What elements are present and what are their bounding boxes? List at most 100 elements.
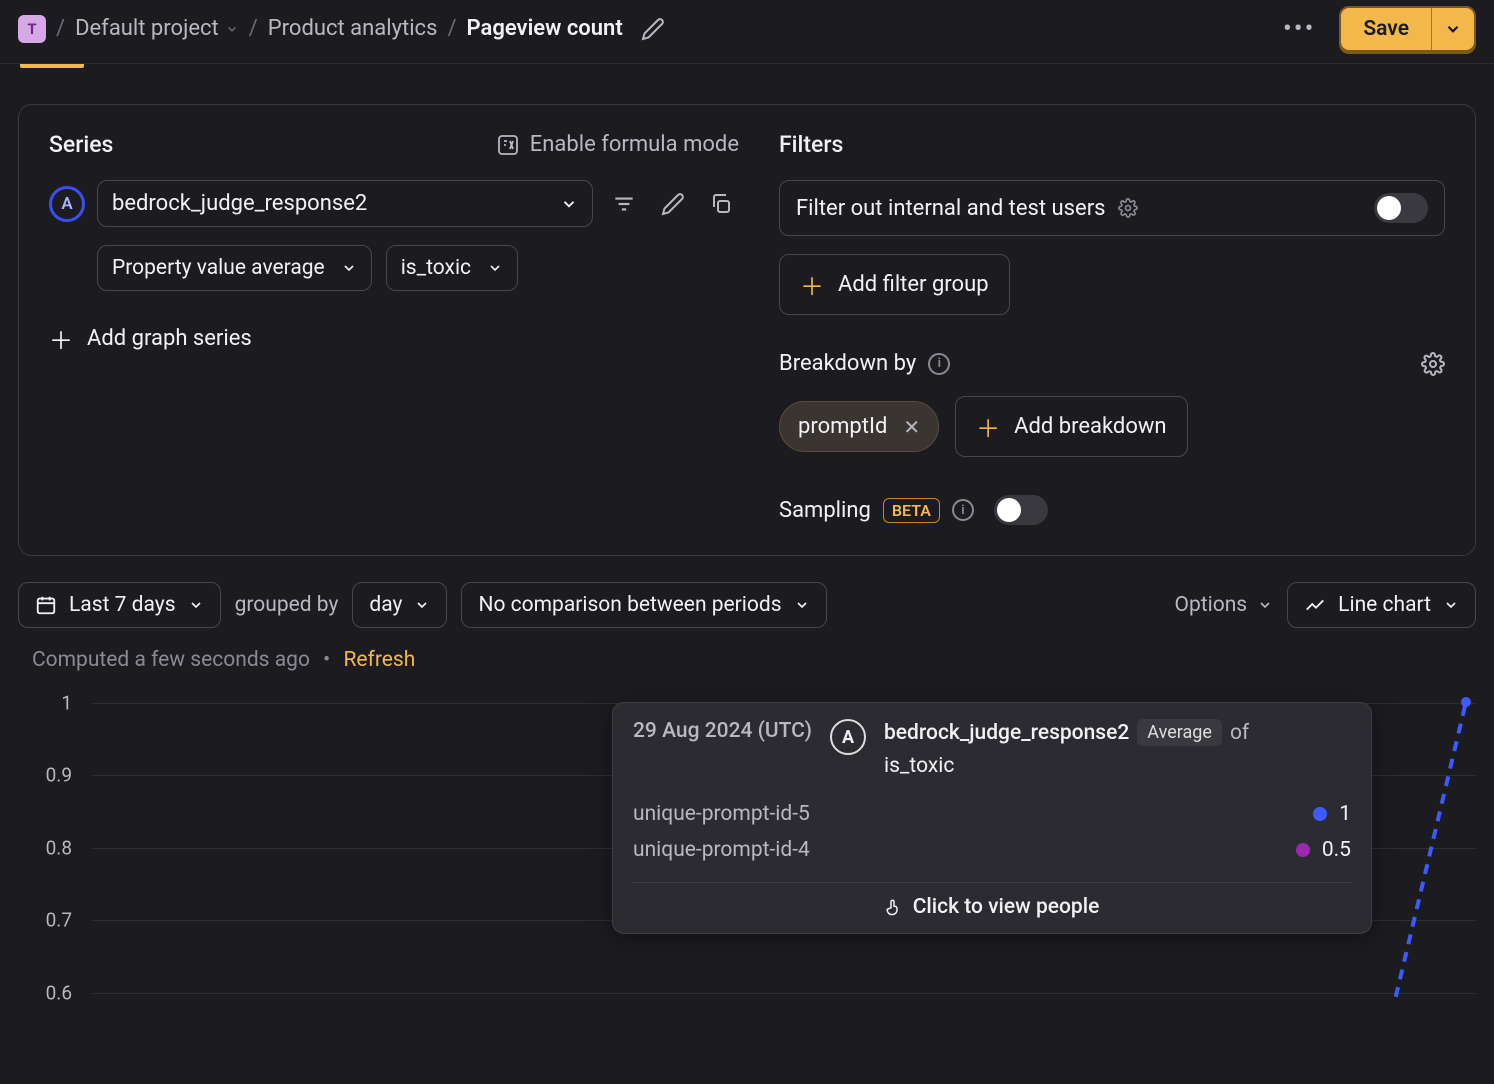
plus-icon: ＋ xyxy=(49,321,73,356)
chart-type-value: Line chart xyxy=(1338,593,1431,617)
breadcrumb: T / Default project / Product analytics … xyxy=(18,15,665,43)
interval-select[interactable]: day xyxy=(352,582,447,628)
tooltip-row-value: 0.5 xyxy=(1322,838,1351,862)
tooltip-row-value: 1 xyxy=(1339,802,1351,826)
save-dropdown-button[interactable] xyxy=(1432,8,1474,50)
project-badge[interactable]: T xyxy=(18,15,46,43)
y-tick: 0.8 xyxy=(46,836,72,859)
breakdown-title: Breakdown by xyxy=(779,351,916,376)
filter-icon[interactable] xyxy=(605,185,643,223)
compare-value: No comparison between periods xyxy=(478,593,781,617)
breadcrumb-project[interactable]: Default project xyxy=(75,16,239,41)
swatch-icon xyxy=(1296,843,1310,857)
slash-icon: / xyxy=(56,16,65,41)
save-button[interactable]: Save xyxy=(1341,8,1432,50)
tooltip-row-label: unique-prompt-id-5 xyxy=(633,802,810,826)
chevron-down-icon xyxy=(794,597,810,613)
sampling-title: Sampling xyxy=(779,498,871,523)
chevron-down-icon xyxy=(341,260,357,276)
filters-column: Filters Filter out internal and test use… xyxy=(779,131,1445,525)
breadcrumb-section[interactable]: Product analytics xyxy=(268,16,438,41)
tooltip-rows: unique-prompt-id-5 1 unique-prompt-id-4 … xyxy=(633,796,1351,868)
beta-badge: BETA xyxy=(883,498,940,523)
interval-value: day xyxy=(369,593,402,617)
series-row: A bedrock_judge_response2 xyxy=(49,180,739,227)
tooltip-footer[interactable]: Click to view people xyxy=(633,882,1351,919)
series-header: Series Enable formula mode xyxy=(49,131,739,158)
breakdown-chip-label: promptId xyxy=(798,414,887,439)
compare-select[interactable]: No comparison between periods xyxy=(461,582,826,628)
chart-controls: Last 7 days grouped by day No comparison… xyxy=(18,582,1476,628)
active-tab-indicator xyxy=(20,64,84,68)
chevron-down-icon xyxy=(188,597,204,613)
formula-mode-toggle[interactable]: Enable formula mode xyxy=(496,132,739,157)
chart-tooltip: 29 Aug 2024 (UTC) A bedrock_judge_respon… xyxy=(612,702,1372,934)
options-menu[interactable]: Options xyxy=(1175,593,1274,617)
property-select[interactable]: is_toxic xyxy=(386,245,518,291)
swatch-icon xyxy=(1313,807,1327,821)
refresh-link[interactable]: Refresh xyxy=(343,648,415,672)
close-icon[interactable]: ✕ xyxy=(903,415,920,439)
chevron-down-icon xyxy=(1257,597,1273,613)
tooltip-of: of xyxy=(1230,721,1249,745)
line-chart-icon xyxy=(1304,594,1326,616)
date-range-value: Last 7 days xyxy=(69,593,176,617)
property-value: is_toxic xyxy=(401,256,471,280)
tooltip-agg-badge: Average xyxy=(1137,719,1222,746)
breadcrumb-page[interactable]: Pageview count xyxy=(467,16,623,41)
formula-icon xyxy=(496,133,520,157)
topbar: T / Default project / Product analytics … xyxy=(0,0,1494,64)
tooltip-prop: is_toxic xyxy=(884,754,1328,778)
add-series-button[interactable]: ＋ Add graph series xyxy=(49,321,739,356)
event-select-value: bedrock_judge_response2 xyxy=(112,191,367,216)
gear-icon[interactable] xyxy=(1118,198,1138,218)
add-series-label: Add graph series xyxy=(87,326,252,351)
grouped-by-label: grouped by xyxy=(235,593,339,617)
info-icon[interactable]: i xyxy=(952,499,974,521)
edit-title-icon[interactable] xyxy=(641,17,665,41)
sampling-toggle[interactable] xyxy=(994,495,1048,525)
breakdown-chip[interactable]: promptId ✕ xyxy=(779,401,939,452)
sampling-row: Sampling BETA i xyxy=(779,495,1445,525)
add-breakdown-label: Add breakdown xyxy=(1014,414,1166,439)
aggregation-value: Property value average xyxy=(112,256,325,280)
info-icon[interactable]: i xyxy=(928,353,950,375)
tooltip-header: 29 Aug 2024 (UTC) A bedrock_judge_respon… xyxy=(633,719,1351,778)
topbar-actions: ••• Save xyxy=(1283,6,1476,52)
event-select[interactable]: bedrock_judge_response2 xyxy=(97,180,593,227)
add-filter-group-button[interactable]: ＋ Add filter group xyxy=(779,254,1010,315)
slash-icon: / xyxy=(447,16,456,41)
chevron-down-icon xyxy=(560,195,578,213)
duplicate-icon[interactable] xyxy=(703,186,739,222)
series-marker: A xyxy=(49,186,85,222)
aggregation-select[interactable]: Property value average xyxy=(97,245,372,291)
slash-icon: / xyxy=(249,16,258,41)
query-config-panel: Series Enable formula mode A bedrock_jud… xyxy=(18,104,1476,556)
tooltip-row: unique-prompt-id-5 1 xyxy=(633,796,1351,832)
breakdown-settings-icon[interactable] xyxy=(1421,352,1445,376)
tooltip-date: 29 Aug 2024 (UTC) xyxy=(633,719,812,743)
series-sub-selects: Property value average is_toxic xyxy=(97,245,739,291)
tooltip-row-label: unique-prompt-id-4 xyxy=(633,838,810,862)
series-column: Series Enable formula mode A bedrock_jud… xyxy=(49,131,739,525)
pointer-icon xyxy=(885,898,903,916)
options-label: Options xyxy=(1175,593,1248,617)
filter-toggle[interactable] xyxy=(1374,193,1428,223)
formula-mode-label: Enable formula mode xyxy=(530,132,739,157)
chart-type-select[interactable]: Line chart xyxy=(1287,582,1476,628)
calendar-icon xyxy=(35,594,57,616)
y-axis: 1 0.9 0.8 0.7 0.6 xyxy=(32,696,82,1026)
rename-icon[interactable] xyxy=(655,186,691,222)
add-breakdown-button[interactable]: ＋ Add breakdown xyxy=(955,396,1187,457)
chevron-down-icon xyxy=(1443,597,1459,613)
add-filter-label: Add filter group xyxy=(838,272,989,297)
more-menu-icon[interactable]: ••• xyxy=(1283,14,1315,44)
breakdown-title-wrap: Breakdown by i xyxy=(779,351,950,376)
chevron-down-icon xyxy=(487,260,503,276)
date-range-select[interactable]: Last 7 days xyxy=(18,582,221,628)
tooltip-row: unique-prompt-id-4 0.5 xyxy=(633,832,1351,868)
plus-icon: ＋ xyxy=(800,267,824,302)
series-marker: A xyxy=(830,719,866,755)
plus-icon: ＋ xyxy=(976,409,1000,444)
tooltip-event-name: bedrock_judge_response2 xyxy=(884,721,1129,745)
